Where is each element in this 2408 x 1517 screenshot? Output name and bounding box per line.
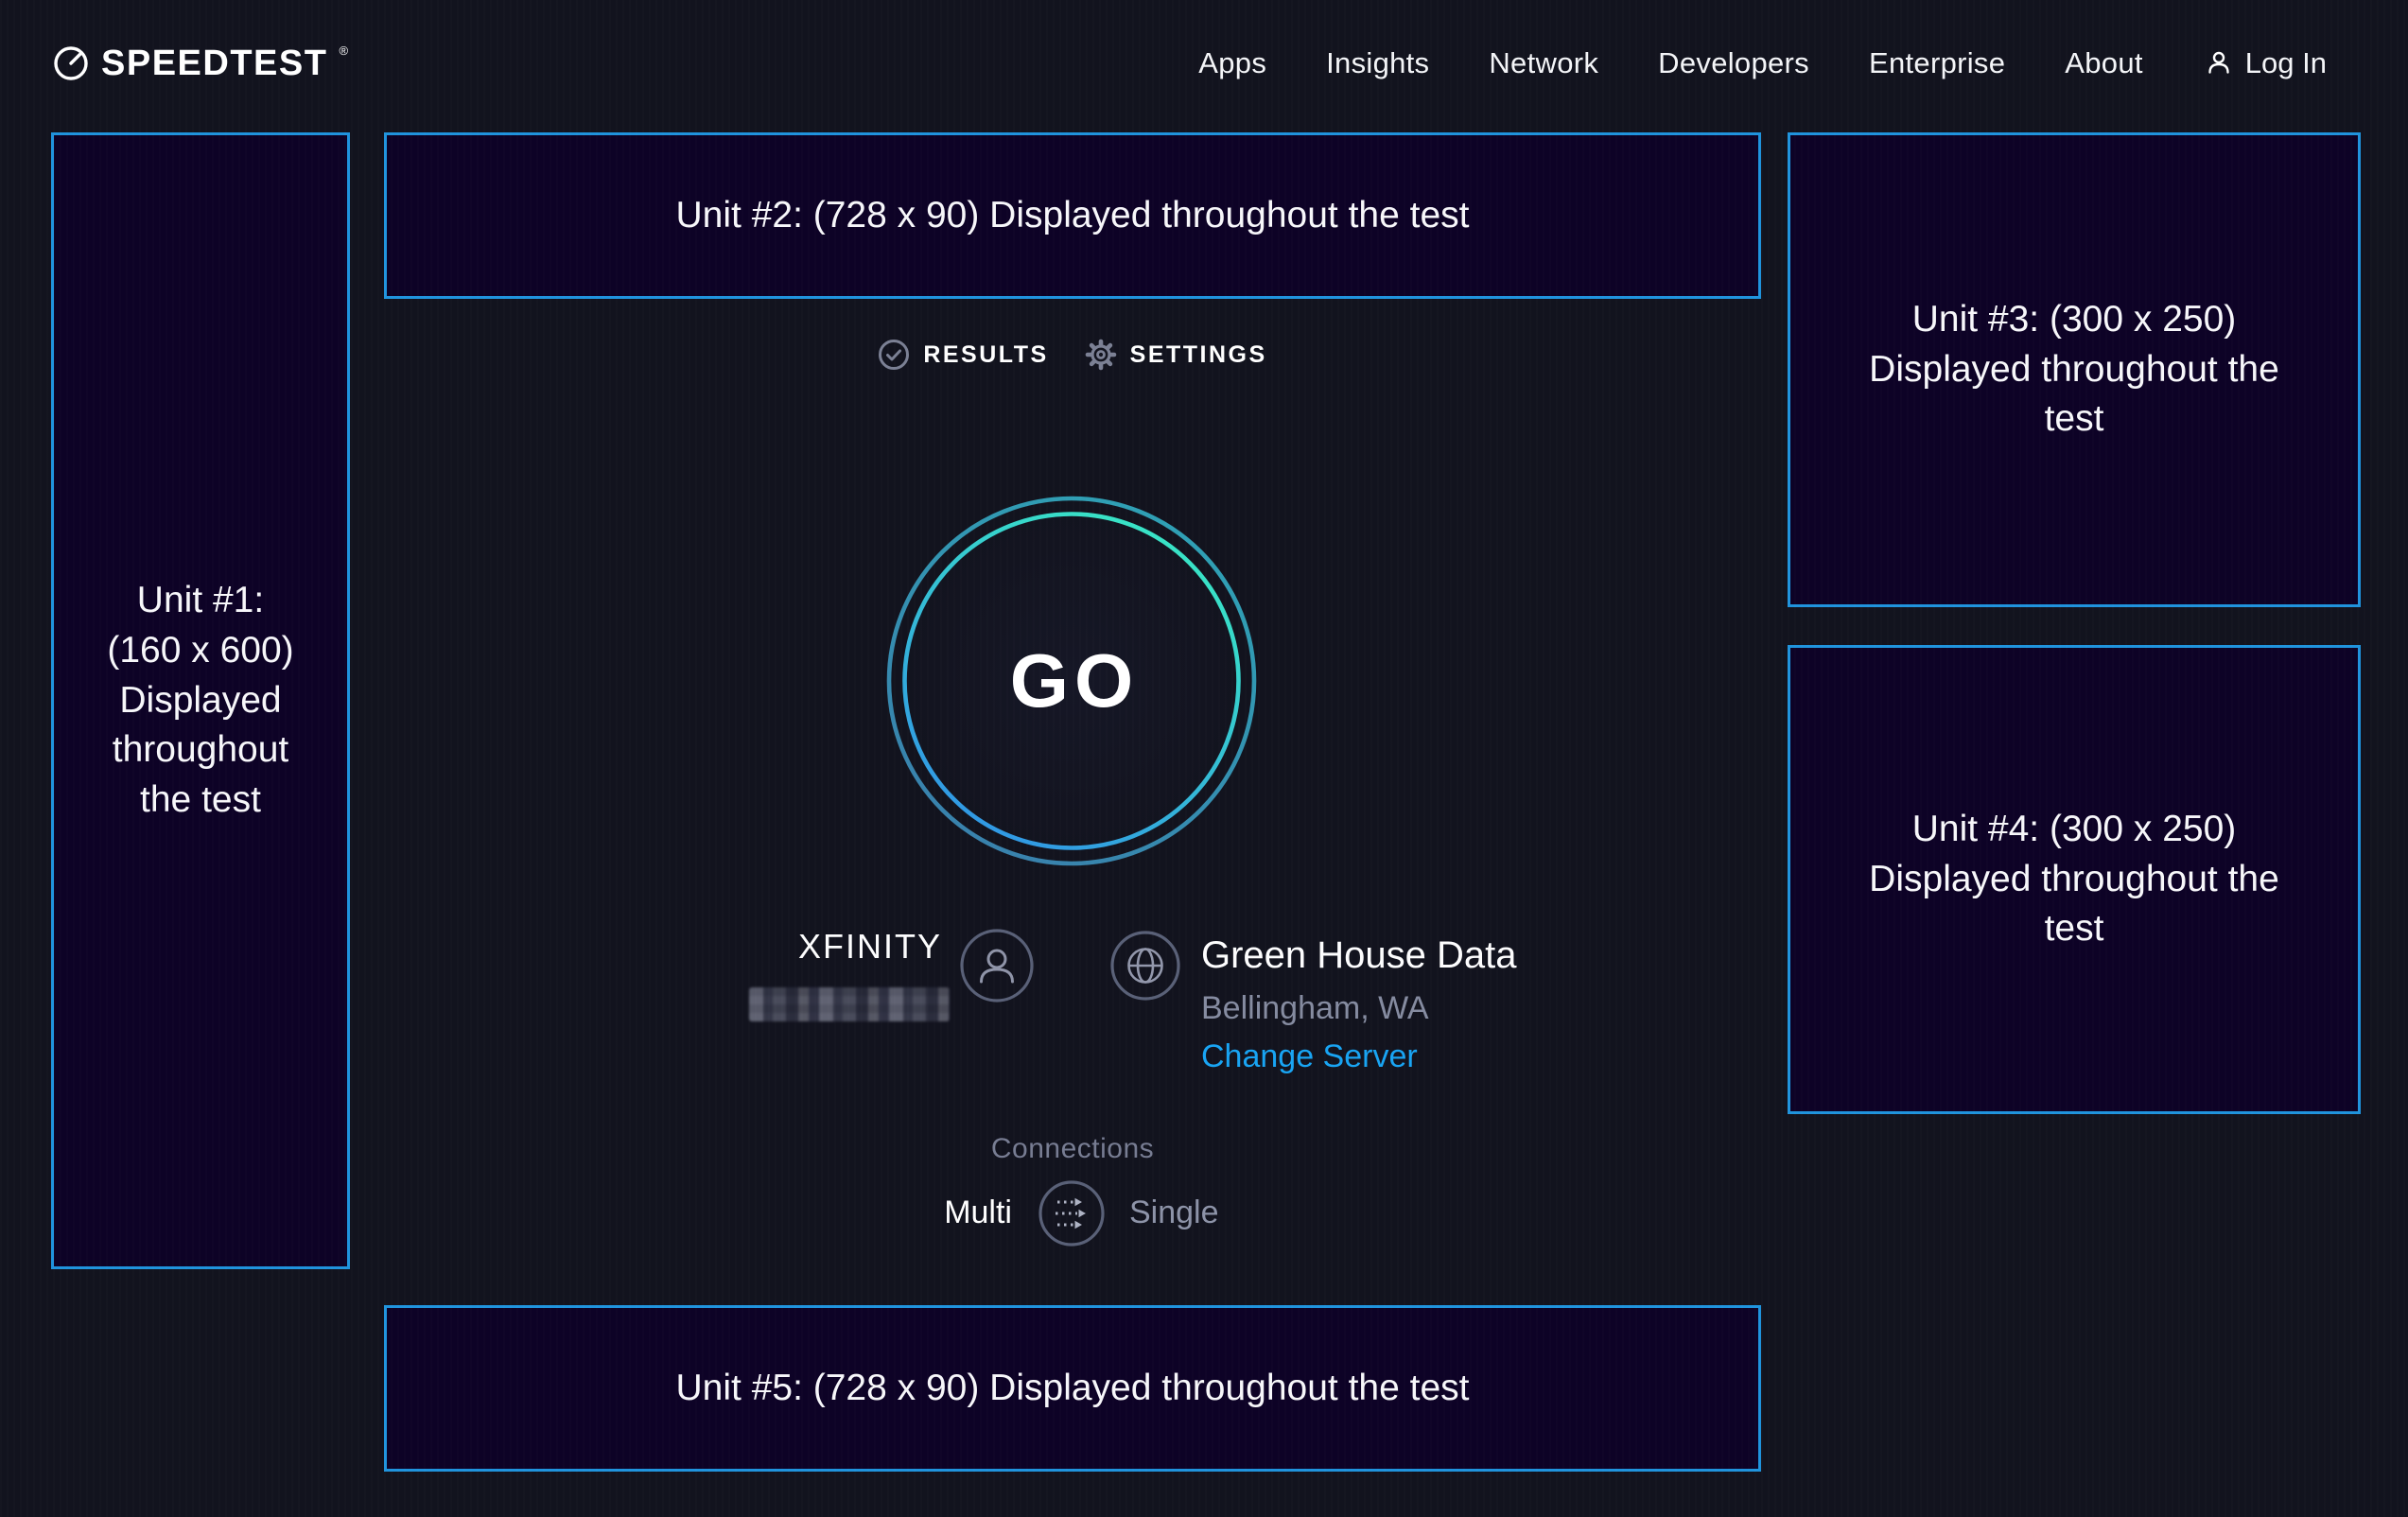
go-label: GO — [882, 492, 1261, 870]
gear-icon — [1085, 339, 1117, 371]
check-circle-icon — [878, 339, 910, 371]
speedtest-logo[interactable]: SPEEDTEST ® — [52, 44, 348, 82]
connection-mode-multi[interactable]: Multi — [851, 1194, 1012, 1231]
multi-connection-icon — [1038, 1179, 1106, 1247]
ad-unit-3[interactable]: Unit #3: (300 x 250) Displayed throughou… — [1788, 132, 2361, 607]
ad-unit-1-label: Unit #1: (160 x 600) Displayed throughou… — [96, 576, 305, 825]
ad-unit-1[interactable]: Unit #1: (160 x 600) Displayed throughou… — [51, 132, 350, 1269]
go-button[interactable]: GO — [882, 492, 1261, 870]
ad-unit-2-label: Unit #2: (728 x 90) Displayed throughout… — [676, 191, 1470, 241]
nav-item-insights[interactable]: Insights — [1326, 46, 1429, 80]
server-name: Green House Data — [1201, 934, 1517, 977]
ad-unit-5-label: Unit #5: (728 x 90) Displayed throughout… — [676, 1364, 1470, 1414]
ad-unit-3-label: Unit #3: (300 x 250) Displayed throughou… — [1838, 295, 2311, 445]
nav-item-apps[interactable]: Apps — [1198, 46, 1266, 80]
login-button[interactable]: Log In — [2203, 46, 2327, 80]
ad-unit-5[interactable]: Unit #5: (728 x 90) Displayed throughout… — [384, 1305, 1761, 1472]
brand-name: SPEEDTEST — [101, 45, 327, 81]
speedtest-page: SPEEDTEST ® Apps Insights Network Develo… — [0, 0, 2408, 1517]
connections-label: Connections — [384, 1133, 1761, 1165]
connection-toggle[interactable] — [1038, 1179, 1106, 1247]
brand-trademark: ® — [339, 44, 348, 57]
tab-results[interactable]: RESULTS — [878, 339, 1048, 371]
tab-settings-label: SETTINGS — [1130, 341, 1267, 369]
server-location: Bellingham, WA — [1201, 990, 1429, 1027]
ad-unit-4-label: Unit #4: (300 x 250) Displayed throughou… — [1838, 805, 2311, 954]
tab-results-label: RESULTS — [923, 341, 1048, 369]
nav-item-about[interactable]: About — [2065, 46, 2143, 80]
nav-item-enterprise[interactable]: Enterprise — [1869, 46, 2005, 80]
nav-item-developers[interactable]: Developers — [1658, 46, 1809, 80]
speedometer-icon — [52, 44, 90, 82]
change-server-link[interactable]: Change Server — [1201, 1038, 1418, 1075]
view-tabs: RESULTS SETTINGS — [384, 339, 1761, 371]
user-icon — [2203, 47, 2235, 79]
server-globe-icon — [1109, 930, 1181, 1002]
connection-mode-single[interactable]: Single — [1129, 1194, 1219, 1231]
login-label: Log In — [2245, 46, 2327, 80]
main-nav: Apps Insights Network Developers Enterpr… — [1198, 46, 2143, 80]
isp-name: XFINITY — [605, 927, 942, 967]
isp-user-icon — [959, 928, 1035, 1003]
redacted-ip-address — [749, 987, 950, 1021]
nav-item-network[interactable]: Network — [1489, 46, 1598, 80]
ad-unit-4[interactable]: Unit #4: (300 x 250) Displayed throughou… — [1788, 645, 2361, 1114]
ad-unit-2[interactable]: Unit #2: (728 x 90) Displayed throughout… — [384, 132, 1761, 299]
tab-settings[interactable]: SETTINGS — [1085, 339, 1267, 371]
top-nav: SPEEDTEST ® Apps Insights Network Develo… — [0, 0, 2408, 127]
